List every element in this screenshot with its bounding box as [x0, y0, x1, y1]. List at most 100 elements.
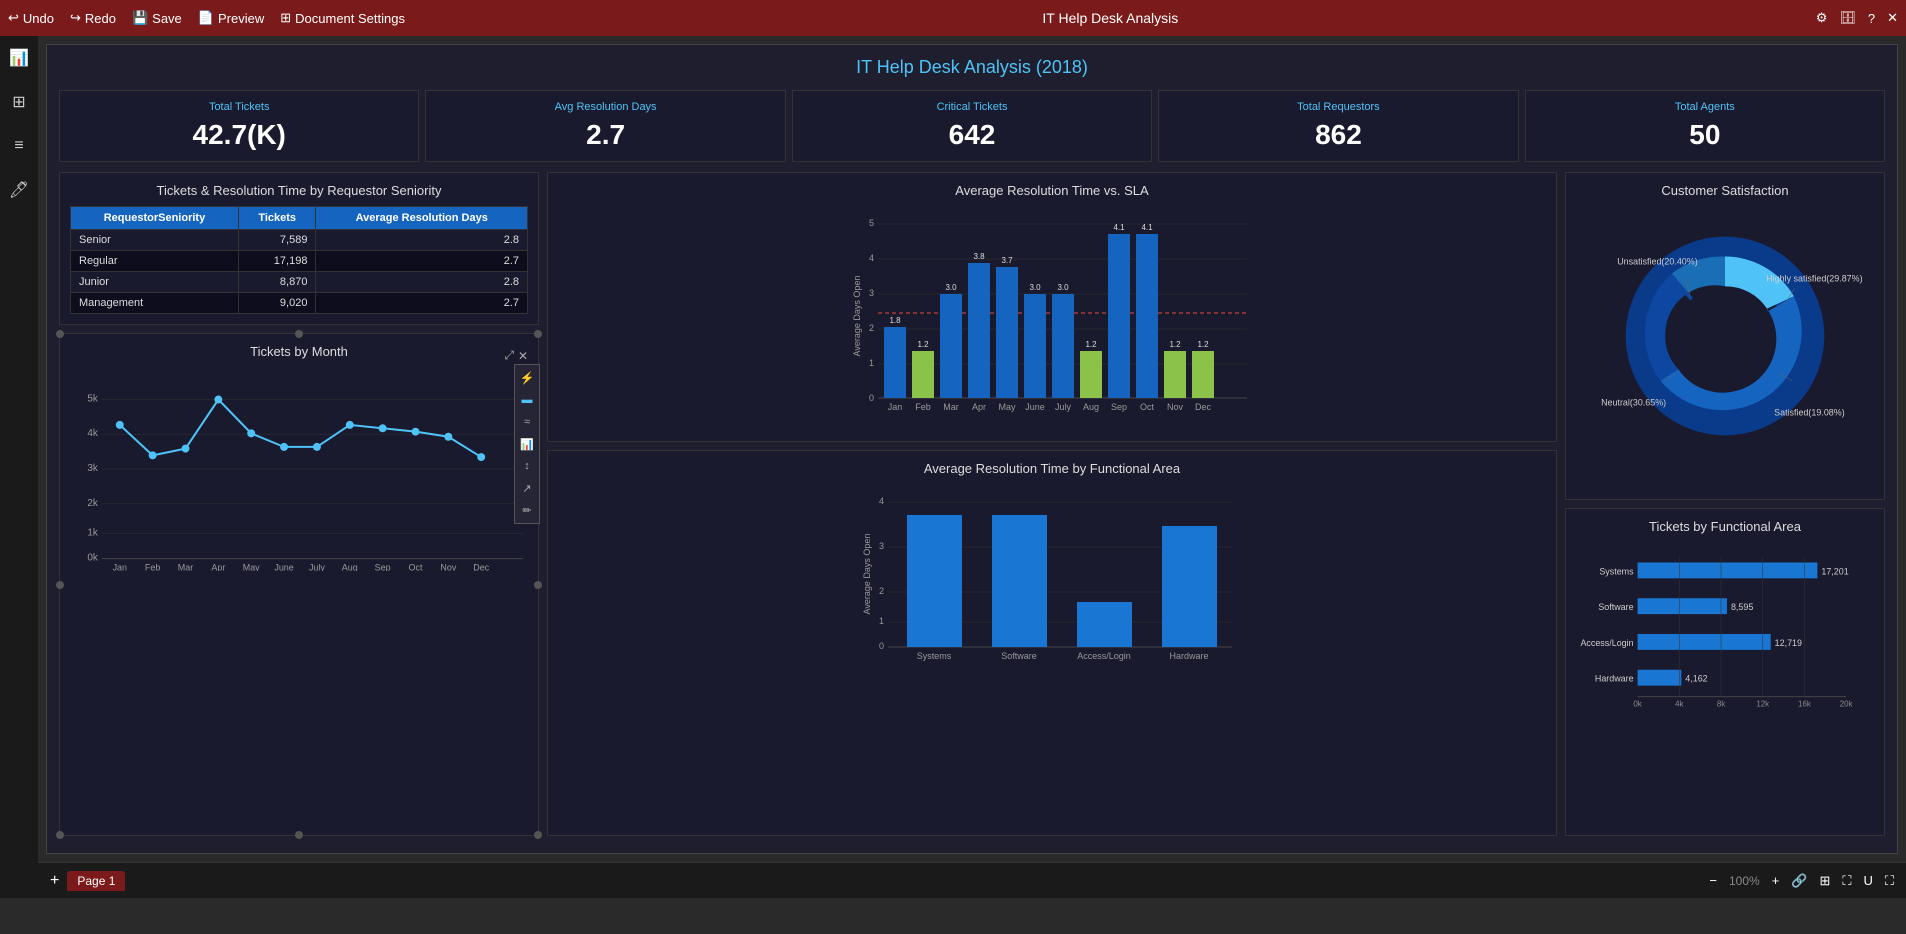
resize-handle-left[interactable] [56, 581, 64, 589]
customer-satisfaction-chart: Unsatisfied(20.40%) Highly satisfied(29.… [1576, 206, 1874, 466]
resize-handle-bl[interactable] [56, 831, 64, 839]
link-btn[interactable]: 🔗 [1791, 873, 1807, 889]
svg-text:Oct: Oct [409, 563, 423, 571]
resize-handle-right[interactable] [534, 581, 542, 589]
dashboard-title: IT Help Desk Analysis (2018) [59, 57, 1885, 78]
svg-text:June: June [1025, 402, 1045, 412]
sidebar-icon-chart[interactable]: 📊 [5, 44, 33, 72]
grid-view-btn[interactable]: ⊞ [1819, 873, 1830, 889]
svg-text:0k: 0k [1633, 700, 1641, 709]
svg-text:Oct: Oct [1140, 402, 1155, 412]
svg-text:2k: 2k [87, 498, 98, 509]
svg-text:Feb: Feb [915, 402, 931, 412]
chart-data-point [182, 445, 190, 453]
fit-btn[interactable]: ⛶ [1842, 873, 1851, 889]
svg-text:Apr: Apr [211, 563, 225, 571]
svg-text:5k: 5k [87, 393, 98, 404]
chart-data-point [149, 451, 157, 459]
line-chart-type-btn[interactable]: ≈ [517, 412, 537, 432]
svg-text:1.2: 1.2 [1197, 340, 1209, 349]
col-header-avg-days: Average Resolution Days [316, 207, 528, 230]
svg-text:12,719: 12,719 [1775, 638, 1802, 648]
redo-button[interactable]: ↪ Redo [70, 10, 116, 26]
svg-text:Hardware: Hardware [1169, 651, 1208, 661]
document-settings-icon: ⊞ [280, 10, 291, 26]
avg-resolution-functional-panel: Average Resolution Time by Functional Ar… [547, 450, 1557, 836]
page-tab[interactable]: Page 1 [67, 874, 125, 888]
svg-text:4.1: 4.1 [1141, 223, 1153, 232]
svg-text:8,595: 8,595 [1731, 602, 1753, 612]
svg-text:Feb: Feb [145, 563, 160, 571]
status-bar-right: − 100% + 🔗 ⊞ ⛶ U ⛶ [1709, 873, 1894, 889]
fullscreen-btn[interactable]: ⛶ [1885, 873, 1894, 889]
chart-data-point [313, 443, 321, 451]
kpi-avg-resolution: Avg Resolution Days 2.7 [425, 90, 785, 162]
delete-btn[interactable]: ✕ [518, 348, 528, 363]
zoom-in-btn[interactable]: + [1772, 873, 1780, 888]
svg-text:4k: 4k [87, 428, 98, 439]
expand-btn[interactable]: ⤢ [504, 348, 514, 363]
add-page-button[interactable]: + [50, 872, 59, 890]
preview-button[interactable]: 📄 Preview [198, 10, 264, 26]
svg-text:Sep: Sep [375, 563, 391, 571]
chart-data-point [412, 428, 420, 436]
svg-text:4: 4 [869, 253, 874, 263]
resize-handle-top[interactable] [295, 330, 303, 338]
kpi-total-requestors: Total Requestors 862 [1158, 90, 1518, 162]
kpi-total-tickets: Total Tickets 42.7(K) [59, 90, 419, 162]
close-button[interactable]: ✕ [1887, 10, 1898, 26]
svg-text:May: May [998, 402, 1016, 412]
tickets-functional-panel: Tickets by Functional Area Systems Softw… [1565, 508, 1885, 836]
svg-text:3: 3 [869, 288, 874, 298]
bar-chart-type-btn[interactable]: ▬ [517, 390, 537, 410]
database-icon-btn[interactable]: 🗄 [1839, 10, 1856, 26]
svg-text:Average Days Open: Average Days Open [862, 534, 872, 615]
undo-button[interactable]: ↩ Undo [8, 10, 54, 26]
svg-text:1: 1 [879, 616, 884, 626]
settings-icon-btn[interactable]: ⚙ [1816, 10, 1828, 26]
kpi-row: Total Tickets 42.7(K) Avg Resolution Day… [59, 90, 1885, 162]
svg-text:3k: 3k [87, 463, 98, 474]
underline-btn[interactable]: U [1864, 873, 1873, 888]
svg-text:3.0: 3.0 [1057, 283, 1069, 292]
table-panel: Tickets & Resolution Time by Requestor S… [59, 172, 539, 325]
help-icon-btn[interactable]: ? [1868, 11, 1875, 26]
sidebar-icon-data[interactable]: ≡ [5, 132, 33, 160]
resize-handle-tr[interactable] [534, 330, 542, 338]
svg-text:3.8: 3.8 [973, 252, 985, 261]
tickets-functional-chart: Systems Software Access/Login Hardware 1… [1576, 542, 1874, 722]
middle-column: Average Resolution Time vs. SLA 5 4 3 2 … [547, 172, 1557, 836]
edit-btn[interactable]: ✏ [517, 500, 537, 520]
resize-handle-bottom[interactable] [295, 831, 303, 839]
svg-text:1.2: 1.2 [1169, 340, 1181, 349]
sidebar-icon-note[interactable]: 🖊 [5, 176, 33, 204]
trend-btn[interactable]: ↗ [517, 478, 537, 498]
svg-text:Aug: Aug [1083, 402, 1099, 412]
resize-handle-tl[interactable] [56, 330, 64, 338]
svg-text:20k: 20k [1840, 700, 1853, 709]
sort-btn[interactable]: ↕ [517, 456, 537, 476]
svg-text:1.2: 1.2 [1085, 340, 1097, 349]
seniority-table: RequestorSeniority Tickets Average Resol… [70, 206, 528, 314]
filter-icon-btn[interactable]: ⚡ [517, 368, 537, 388]
document-settings-button[interactable]: ⊞ Document Settings [280, 10, 405, 26]
svg-text:Mar: Mar [178, 563, 193, 571]
svg-text:0: 0 [869, 393, 874, 403]
kpi-avg-resolution-value: 2.7 [438, 119, 772, 151]
svg-text:Apr: Apr [972, 402, 986, 412]
save-button[interactable]: 💾 Save [132, 10, 182, 26]
customer-satisfaction-panel: Customer Satisfaction [1565, 172, 1885, 500]
tickets-functional-title: Tickets by Functional Area [1576, 519, 1874, 534]
resize-handle-br[interactable] [534, 831, 542, 839]
svg-text:1.8: 1.8 [889, 316, 901, 325]
area-chart-type-btn[interactable]: 📊 [517, 434, 537, 454]
sidebar-icon-grid[interactable]: ⊞ [5, 88, 33, 116]
col-header-seniority: RequestorSeniority [71, 207, 239, 230]
svg-text:12k: 12k [1756, 700, 1769, 709]
svg-text:2: 2 [869, 323, 874, 333]
svg-text:Dec: Dec [473, 563, 489, 571]
sidebar: 📊 ⊞ ≡ 🖊 [0, 36, 38, 898]
table-row: Senior7,5892.8 [71, 230, 528, 251]
zoom-out-btn[interactable]: − [1709, 873, 1717, 888]
svg-text:Software: Software [1598, 602, 1633, 612]
